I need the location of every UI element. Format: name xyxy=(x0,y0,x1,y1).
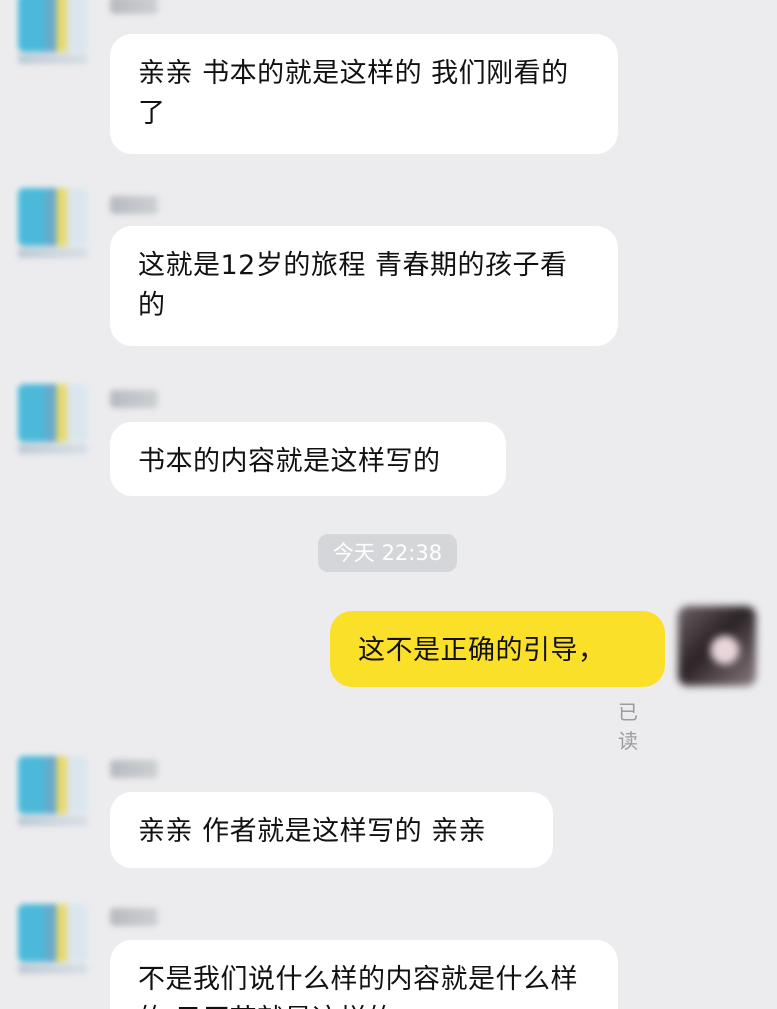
timestamp-divider: 今天 22:38 xyxy=(318,534,457,572)
merchant-avatar-icon[interactable] xyxy=(18,756,88,826)
message-text: 这就是12岁的旅程 青春期的孩子看的 xyxy=(138,250,568,321)
message-bubble[interactable]: 亲亲 书本的就是这样的 我们刚看的了 xyxy=(110,34,618,154)
message-text: 这不是正确的引导， xyxy=(358,635,606,666)
read-status: 已读 xyxy=(618,700,638,753)
message-text: 亲亲 作者就是这样写的 亲亲 xyxy=(138,816,487,847)
message-bubble[interactable]: 亲亲 作者就是这样写的 亲亲 xyxy=(110,792,553,868)
chat-conversation[interactable]: 亲亲 书本的就是这样的 我们刚看的了 这就是12岁的旅程 青春期的孩子看的 书本… xyxy=(0,0,777,1009)
merchant-avatar-icon[interactable] xyxy=(18,904,88,974)
user-avatar-icon[interactable] xyxy=(678,606,756,686)
message-text: 亲亲 书本的就是这样的 我们刚看的了 xyxy=(138,58,569,129)
sender-name xyxy=(110,196,158,214)
merchant-avatar-icon[interactable] xyxy=(18,188,88,258)
message-bubble[interactable]: 这就是12岁的旅程 青春期的孩子看的 xyxy=(110,226,618,346)
sender-name xyxy=(110,0,158,14)
message-text: 不是我们说什么样的内容就是什么样的 只厂节就是这样的 xyxy=(138,964,578,1009)
message-bubble[interactable]: 不是我们说什么样的内容就是什么样的 只厂节就是这样的 xyxy=(110,940,618,1009)
sender-name xyxy=(110,908,158,926)
message-bubble-self[interactable]: 这不是正确的引导， xyxy=(330,611,665,687)
sender-name xyxy=(110,760,158,778)
message-bubble[interactable]: 书本的内容就是这样写的 xyxy=(110,422,506,496)
merchant-avatar-icon[interactable] xyxy=(18,0,88,64)
message-text: 书本的内容就是这样写的 xyxy=(138,446,441,477)
merchant-avatar-icon[interactable] xyxy=(18,384,88,454)
sender-name xyxy=(110,390,158,408)
